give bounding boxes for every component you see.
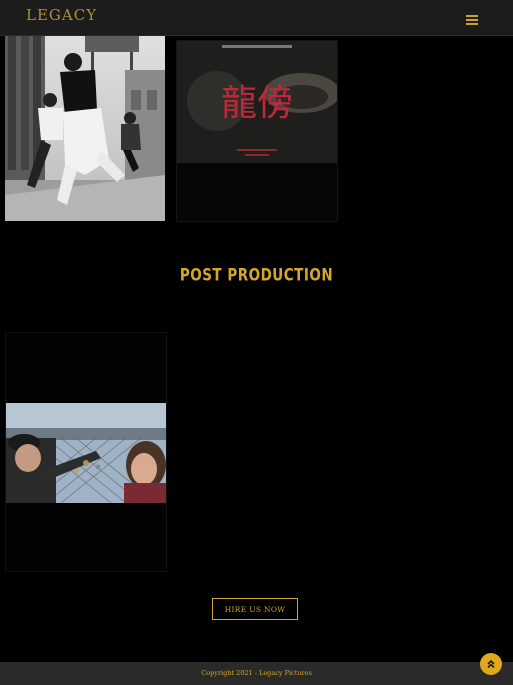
section-title: POST PRODUCTION [179, 264, 334, 286]
hire-us-button[interactable]: HIRE US NOW [212, 598, 298, 620]
portfolio-card-bridge[interactable] [5, 332, 167, 572]
site-header: LEGACY [0, 0, 513, 36]
copyright-text: Copyright 2021 - Legacy Pictures [201, 669, 312, 677]
hamburger-menu-icon[interactable] [466, 15, 478, 25]
scroll-to-top-button[interactable] [480, 653, 502, 675]
poster-title: 龍傍 [221, 83, 293, 124]
site-footer: Copyright 2021 - Legacy Pictures [0, 662, 513, 685]
bridge-couple-photo [6, 333, 166, 571]
double-chevron-up-icon [487, 659, 495, 669]
site-logo[interactable]: LEGACY [26, 6, 97, 24]
portfolio-card-poster[interactable]: 龍傍 [176, 40, 338, 222]
movie-poster-image: 龍傍 [177, 41, 337, 221]
